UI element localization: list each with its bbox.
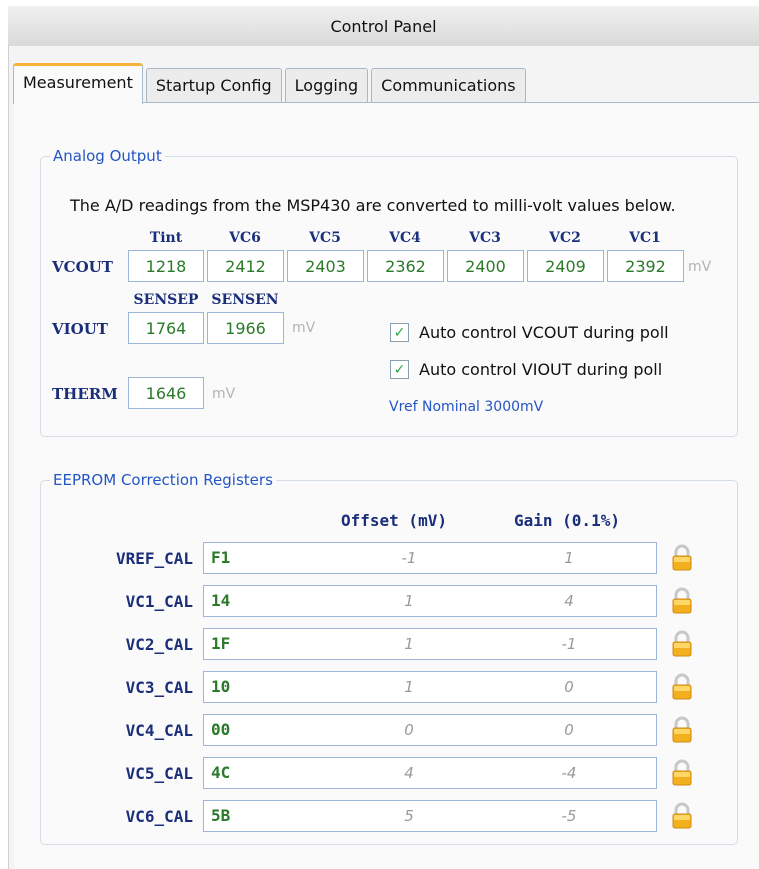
vcout-col-vc6: VC6: [229, 230, 261, 246]
register-offset-value: -1: [401, 549, 417, 567]
auto-viout-label: Auto control VIOUT during poll: [419, 360, 663, 379]
vcout-vc2-field: 2409: [527, 250, 604, 282]
vcout-vc5-field: 2403: [287, 250, 364, 282]
tab-measurement[interactable]: Measurement: [13, 63, 143, 104]
vcout-vc1-field: 2392: [607, 250, 684, 282]
lock-icon[interactable]: [671, 802, 693, 830]
register-gain-value: 1: [564, 549, 574, 567]
vcout-label: VCOUT: [52, 258, 113, 276]
register-offset-value: 1: [404, 592, 414, 610]
register-gain-value: -5: [561, 807, 577, 825]
register-gain-value: -1: [561, 635, 577, 653]
register-gain-value: -4: [561, 764, 577, 782]
vcout-col-tint: Tint: [149, 230, 183, 246]
register-offset-value: 0: [404, 721, 414, 739]
lock-icon[interactable]: [671, 759, 693, 787]
viout-col-sensep: SENSEP: [133, 292, 199, 308]
register-label-vc6-cal: VC6_CAL: [125, 807, 193, 826]
vcout-tint-field: 1218: [128, 250, 204, 282]
vcout-col-vc1: VC1: [629, 230, 661, 246]
register-offset-value: 4: [404, 764, 414, 782]
auto-vcout-label: Auto control VCOUT during poll: [419, 323, 669, 342]
register-field-vc2-cal[interactable]: 1F 1 -1: [203, 628, 657, 660]
register-hex-value[interactable]: 4C: [211, 763, 230, 782]
window-title: Control Panel: [330, 16, 437, 36]
gain-header: Gain (0.1%): [514, 511, 620, 530]
register-label-vc2-cal: VC2_CAL: [125, 635, 193, 654]
register-hex-value[interactable]: 14: [211, 591, 230, 610]
viout-sensen-field: 1966: [207, 312, 284, 344]
register-hex-value[interactable]: 00: [211, 720, 230, 739]
vref-nominal: Vref Nominal 3000mV: [389, 399, 544, 415]
register-field-vc6-cal[interactable]: 5B 5 -5: [203, 800, 657, 832]
therm-field: 1646: [128, 377, 204, 409]
viout-label: VIOUT: [52, 320, 108, 338]
register-label-vc1-cal: VC1_CAL: [125, 592, 193, 611]
analog-description: The A/D readings from the MSP430 are con…: [70, 196, 676, 215]
eeprom-legend: EEPROM Correction Registers: [53, 471, 273, 489]
vcout-vc3-field: 2400: [447, 250, 524, 282]
register-offset-value: 5: [404, 807, 414, 825]
tab-bar: Measurement Startup Config Logging Commu…: [13, 63, 529, 104]
tab-communications[interactable]: Communications: [371, 68, 526, 103]
tab-startup-config[interactable]: Startup Config: [145, 68, 282, 103]
register-hex-value[interactable]: 1F: [211, 634, 230, 653]
viout-col-sensen: SENSEN: [211, 292, 279, 308]
register-hex-value[interactable]: 5B: [211, 806, 230, 825]
tab-logging[interactable]: Logging: [284, 68, 369, 103]
register-gain-value: 4: [564, 592, 574, 610]
register-label-vc4-cal: VC4_CAL: [125, 721, 193, 740]
checkmark-icon[interactable]: ✓: [390, 323, 409, 342]
vcout-col-vc4: VC4: [389, 230, 421, 246]
vcout-col-vc5: VC5: [309, 230, 341, 246]
lock-icon[interactable]: [671, 587, 693, 615]
register-offset-value: 1: [404, 678, 414, 696]
register-label-vc3-cal: VC3_CAL: [125, 678, 193, 697]
checkmark-icon[interactable]: ✓: [390, 360, 409, 379]
register-hex-value[interactable]: 10: [211, 677, 230, 696]
offset-header: Offset (mV): [341, 511, 447, 530]
auto-viout-checkbox-row[interactable]: ✓ Auto control VIOUT during poll: [390, 360, 662, 379]
lock-icon[interactable]: [671, 673, 693, 701]
register-hex-value[interactable]: F1: [211, 548, 230, 567]
lock-icon[interactable]: [671, 544, 693, 572]
therm-label: THERM: [52, 385, 118, 403]
lock-icon[interactable]: [671, 630, 693, 658]
vcout-col-vc2: VC2: [549, 230, 581, 246]
auto-vcout-checkbox-row[interactable]: ✓ Auto control VCOUT during poll: [390, 323, 669, 342]
analog-output-legend: Analog Output: [53, 147, 162, 165]
window-title-bar: Control Panel: [8, 6, 759, 47]
register-gain-value: 0: [564, 678, 574, 696]
register-field-vref-cal[interactable]: F1 -1 1: [203, 542, 657, 574]
vcout-unit: mV: [688, 259, 712, 275]
vcout-vc6-field: 2412: [207, 250, 284, 282]
viout-unit: mV: [292, 320, 316, 336]
register-gain-value: 0: [564, 721, 574, 739]
register-label-vc5-cal: VC5_CAL: [125, 764, 193, 783]
vcout-vc4-field: 2362: [367, 250, 444, 282]
register-field-vc1-cal[interactable]: 14 1 4: [203, 585, 657, 617]
register-offset-value: 1: [404, 635, 414, 653]
register-label-vref-cal: VREF_CAL: [115, 549, 193, 568]
register-field-vc4-cal[interactable]: 00 0 0: [203, 714, 657, 746]
register-field-vc3-cal[interactable]: 10 1 0: [203, 671, 657, 703]
viout-sensep-field: 1764: [128, 312, 204, 344]
therm-unit: mV: [212, 386, 236, 402]
vcout-col-vc3: VC3: [469, 230, 501, 246]
lock-icon[interactable]: [671, 716, 693, 744]
register-field-vc5-cal[interactable]: 4C 4 -4: [203, 757, 657, 789]
